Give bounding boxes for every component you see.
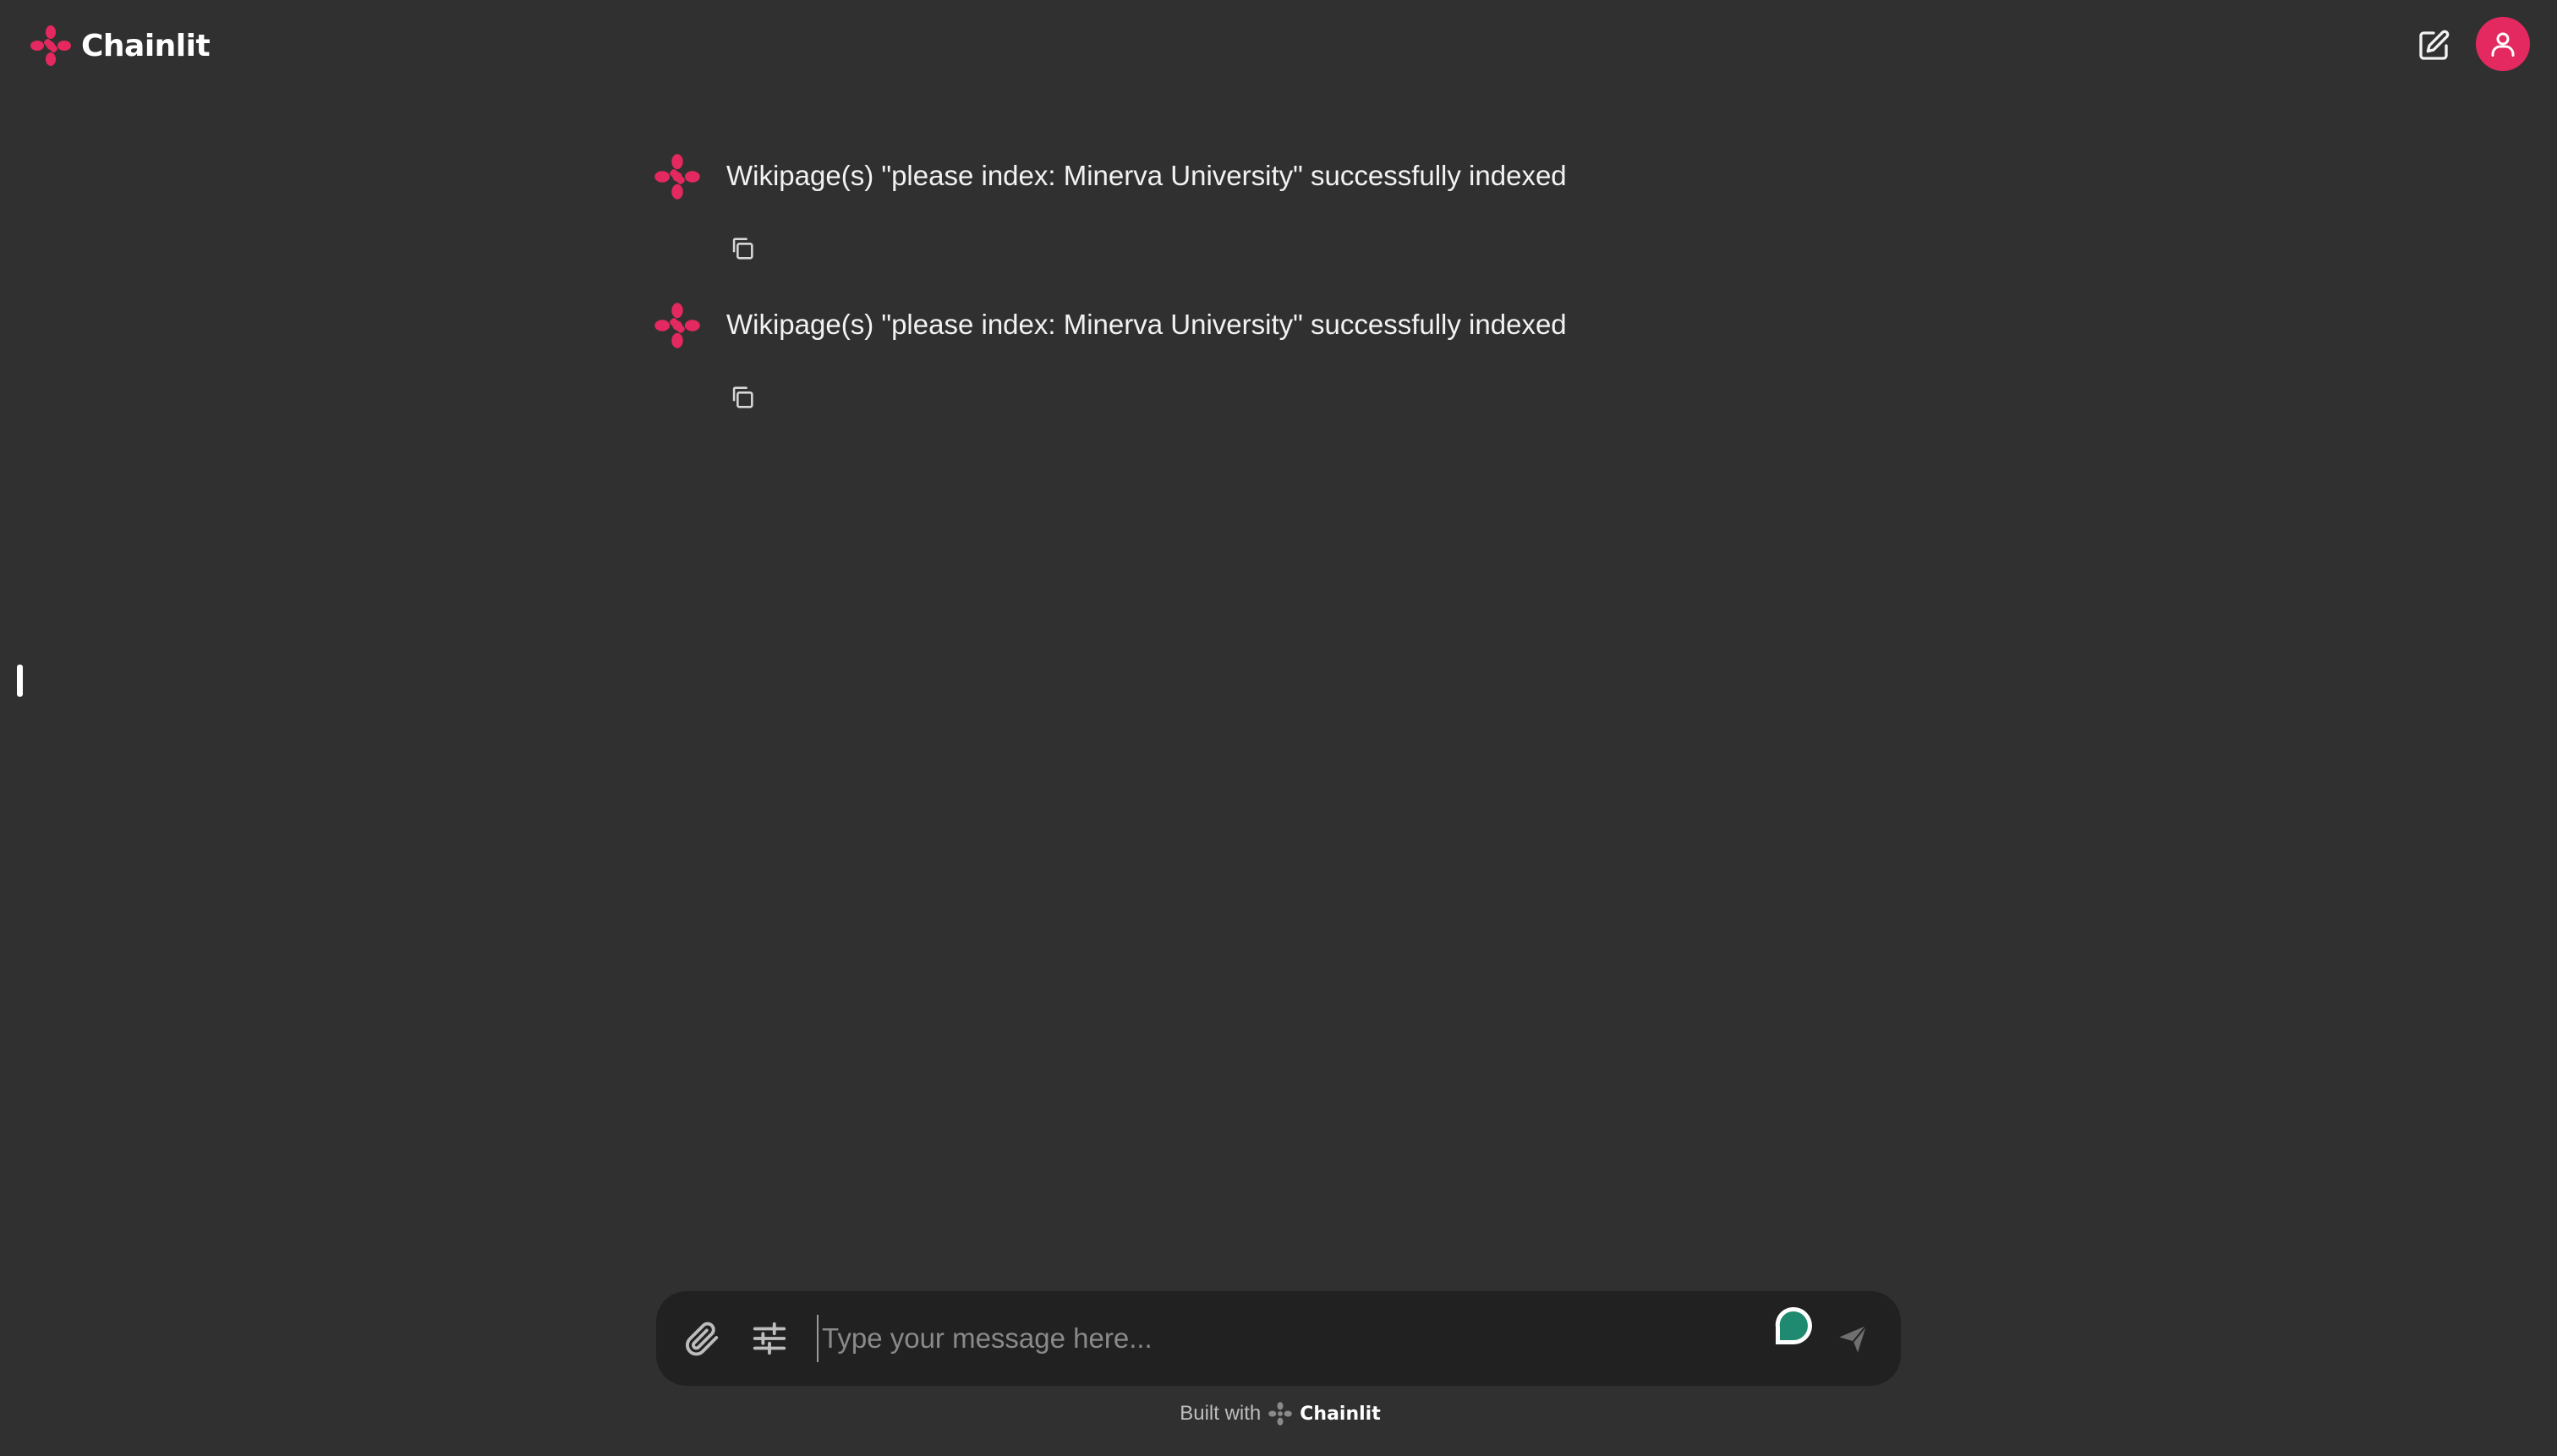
brand[interactable]: Chainlit [29, 20, 211, 71]
pencil-square-icon [2419, 30, 2450, 60]
sidebar-resize-handle[interactable] [17, 665, 23, 697]
message-list: Wikipage(s) "please index: Minerva Unive… [653, 149, 1901, 446]
assistant-message: Wikipage(s) "please index: Minerva Unive… [653, 298, 1901, 446]
footer-built-with: Built with [1180, 1402, 1262, 1425]
footer: Built with Chainlit [0, 1397, 2557, 1431]
message-text: Wikipage(s) "please index: Minerva Unive… [726, 309, 1567, 340]
brand-name: Chainlit [81, 28, 211, 63]
footer-brand-link[interactable]: Chainlit [1300, 1404, 1380, 1425]
chainlit-logo-icon [1268, 1402, 1293, 1426]
sliders-icon [753, 1322, 786, 1355]
new-chat-button[interactable] [2410, 22, 2457, 69]
attach-file-button[interactable] [678, 1315, 725, 1362]
copy-icon [732, 386, 753, 408]
copy-icon [732, 238, 753, 260]
send-button[interactable] [1832, 1316, 1875, 1360]
message-input[interactable] [817, 1315, 1561, 1362]
chainlit-logo-icon [30, 25, 71, 66]
copy-button[interactable] [724, 379, 761, 416]
message-text: Wikipage(s) "please index: Minerva Unive… [726, 160, 1567, 191]
message-composer [656, 1291, 1901, 1386]
chainlit-logo-icon [654, 303, 700, 348]
app-header: Chainlit [0, 0, 2557, 91]
user-avatar-button[interactable] [2476, 17, 2530, 71]
assistant-message: Wikipage(s) "please index: Minerva Unive… [653, 149, 1901, 298]
send-icon [1839, 1325, 1867, 1353]
chat-bubble-icon[interactable] [1769, 1303, 1818, 1352]
paperclip-icon [686, 1322, 719, 1356]
chainlit-logo-icon [654, 154, 700, 200]
chat-settings-button[interactable] [746, 1315, 793, 1362]
user-icon [2491, 32, 2515, 57]
copy-button[interactable] [724, 230, 761, 267]
